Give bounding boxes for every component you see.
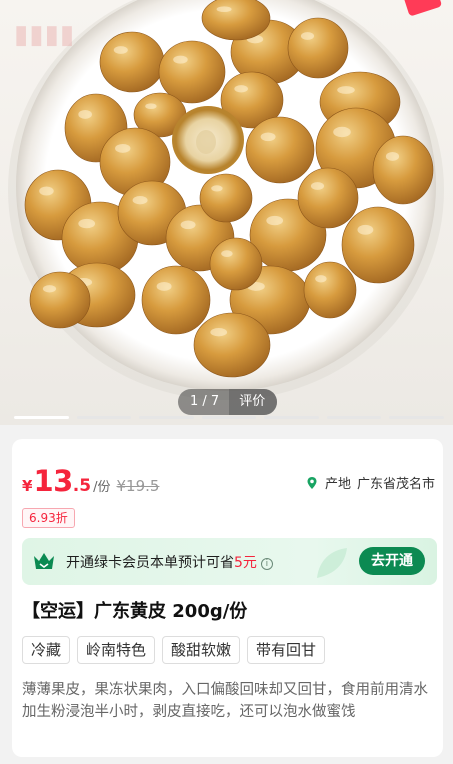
- price-decimal: .5: [72, 476, 92, 496]
- fruit-highlight: [310, 182, 325, 190]
- currency-symbol: ¥: [22, 477, 33, 495]
- fruit-highlight: [39, 186, 54, 196]
- price-row: ¥ 13 .5 /份 ¥19.5: [22, 464, 160, 498]
- crown-icon: [34, 553, 54, 569]
- carousel-dot: [264, 416, 319, 419]
- carousel-dot: [76, 416, 132, 419]
- fruit-highlight: [337, 86, 355, 94]
- carousel-dot: [326, 416, 382, 419]
- product-tag: 酸甜软嫩: [162, 636, 241, 664]
- carousel-dot: [389, 416, 445, 419]
- wampee-fruit: [141, 265, 211, 335]
- wampee-fruit: [99, 31, 165, 93]
- cut-fruit-seed: [196, 130, 216, 154]
- fruit-highlight: [78, 109, 92, 119]
- wampee-fruit: [297, 167, 359, 229]
- fruit-highlight: [315, 275, 327, 283]
- wampee-fruit: [287, 17, 349, 79]
- product-info-card: ¥ 13 .5 /份 ¥19.5 产地 广东省茂名市 6.93折 开通绿卡会员本…: [12, 439, 443, 757]
- product-title: 【空运】广东黄皮 200g/份: [22, 601, 248, 622]
- fruit-highlight: [173, 55, 188, 64]
- location-pin-icon: [307, 476, 317, 489]
- product-image-carousel[interactable]: ▮▮▮▮ 1 / 7 评价: [0, 0, 453, 425]
- carousel-dot: [201, 416, 257, 419]
- fruit-highlight: [300, 32, 315, 40]
- fruit-highlight: [180, 220, 196, 230]
- fruit-highlight: [357, 224, 374, 235]
- image-pager[interactable]: 1 / 7 评价: [178, 389, 278, 415]
- carousel-dot: [14, 416, 69, 419]
- fruit-highlight: [221, 250, 233, 257]
- product-tags: 冷藏 岭南特色 酸甜软嫩 带有回甘: [22, 636, 326, 664]
- wampee-fruit: [199, 173, 253, 223]
- member-save-amount: 5元: [234, 555, 257, 571]
- wampee-fruit: [372, 135, 434, 205]
- wampee-fruit: [303, 261, 357, 319]
- wampee-fruit: [193, 312, 271, 378]
- fruit-highlight: [115, 143, 131, 153]
- wampee-fruit: [341, 206, 415, 284]
- pager-count: 1 / 7: [190, 394, 220, 409]
- member-promo-text: 开通绿卡会员本单预计可省5元 i: [66, 552, 273, 572]
- carousel-indicator: [14, 416, 445, 420]
- fruit-highlight: [333, 126, 351, 138]
- price-integer: 13: [33, 464, 73, 498]
- product-tag: 冷藏: [22, 636, 71, 664]
- origin-value: 广东省茂名市: [356, 477, 435, 492]
- wampee-fruit: [209, 237, 263, 291]
- wampee-fruit: [245, 116, 315, 184]
- fruit-highlight: [260, 132, 276, 142]
- origin-info: 产地 广东省茂名市: [305, 473, 435, 492]
- product-tag: 岭南特色: [77, 636, 156, 664]
- fruit-highlight: [156, 281, 172, 291]
- fruit-highlight: [210, 328, 228, 337]
- fruit-highlight: [216, 6, 232, 13]
- review-tab[interactable]: 评价: [229, 389, 278, 415]
- member-promo-bar[interactable]: 开通绿卡会员本单预计可省5元 i 去开通: [22, 538, 437, 585]
- fruit-plate-image: [8, 0, 444, 400]
- carousel-dot: [139, 416, 194, 419]
- price-unit: /份: [93, 480, 111, 495]
- fruit-highlight: [385, 151, 400, 161]
- member-text-prefix: 开通绿卡会员本单预计可省: [66, 555, 234, 571]
- product-description: 薄薄果皮，果冻状果肉，入口偏酸回味却又回甘，食用前用清水加生粉浸泡半小时，剥皮直…: [22, 682, 428, 720]
- original-price: ¥19.5: [116, 477, 160, 495]
- product-tag: 带有回甘: [247, 636, 326, 664]
- fruit-highlight: [211, 185, 223, 192]
- fruit-highlight: [234, 85, 248, 93]
- fruit-highlight: [42, 285, 57, 293]
- info-icon[interactable]: i: [260, 558, 273, 570]
- wampee-fruit: [201, 0, 271, 41]
- open-membership-button[interactable]: 去开通: [359, 547, 425, 575]
- fruit-highlight: [78, 218, 96, 229]
- fruit-highlight: [113, 46, 128, 54]
- product-detail-page: ▮▮▮▮ 1 / 7 评价 ¥ 13 .5 /份 ¥19.5 产地 广东省茂名市…: [0, 0, 453, 764]
- wampee-fruit: [158, 40, 226, 104]
- ghost-watermark-icon: ▮▮▮▮: [14, 20, 76, 50]
- fruit-highlight: [145, 103, 157, 110]
- discount-badge: 6.93折: [22, 508, 75, 528]
- wampee-fruit: [29, 271, 91, 329]
- leaf-decoration-icon: [317, 548, 347, 578]
- fruit-highlight: [266, 215, 284, 226]
- fruit-highlight: [132, 196, 148, 205]
- origin-label: 产地: [324, 477, 351, 492]
